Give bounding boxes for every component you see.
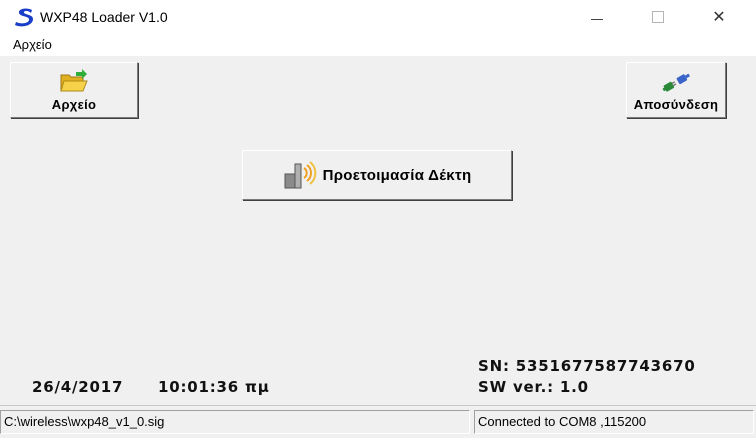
status-connection: Connected to COM8 ,115200 bbox=[474, 410, 754, 434]
status-bar: C:\wireless\wxp48_v1_0.sig Connected to … bbox=[0, 405, 756, 438]
archive-button[interactable]: Αρχείο bbox=[10, 62, 138, 118]
disconnect-button-label: Αποσύνδεση bbox=[633, 96, 719, 112]
date-display: 26/4/2017 bbox=[32, 378, 124, 396]
open-folder-icon bbox=[59, 68, 89, 95]
receiver-signal-icon bbox=[283, 158, 317, 192]
prepare-receiver-button[interactable]: Προετοιμασία Δέκτη bbox=[242, 150, 512, 200]
menu-bar: Αρχείο bbox=[0, 34, 756, 56]
software-version: SW ver.: 1.0 bbox=[478, 378, 589, 396]
disconnect-button[interactable]: Αποσύνδεση bbox=[626, 62, 726, 118]
menu-item-file[interactable]: Αρχείο bbox=[11, 37, 54, 52]
disconnect-plug-icon bbox=[661, 69, 691, 95]
close-button[interactable]: ✕ bbox=[696, 0, 742, 34]
minimize-icon bbox=[591, 18, 603, 20]
app-window: WXP48 Loader V1.0 ✕ Αρχείο Αρχείο Αποσύν… bbox=[0, 0, 756, 438]
archive-button-label: Αρχείο bbox=[51, 96, 97, 112]
maximize-icon bbox=[652, 11, 664, 23]
close-icon: ✕ bbox=[712, 9, 726, 26]
window-title: WXP48 Loader V1.0 bbox=[40, 9, 168, 25]
title-bar[interactable]: WXP48 Loader V1.0 ✕ bbox=[0, 0, 756, 34]
time-display: 10:01:36 πμ bbox=[158, 378, 270, 396]
s-logo-icon bbox=[14, 7, 36, 27]
minimize-button[interactable] bbox=[574, 0, 620, 34]
prepare-receiver-label: Προετοιμασία Δέκτη bbox=[322, 166, 472, 184]
status-file-path: C:\wireless\wxp48_v1_0.sig bbox=[0, 410, 470, 434]
maximize-button[interactable] bbox=[635, 0, 681, 34]
serial-number: SN: 5351677587743670 bbox=[478, 357, 696, 375]
